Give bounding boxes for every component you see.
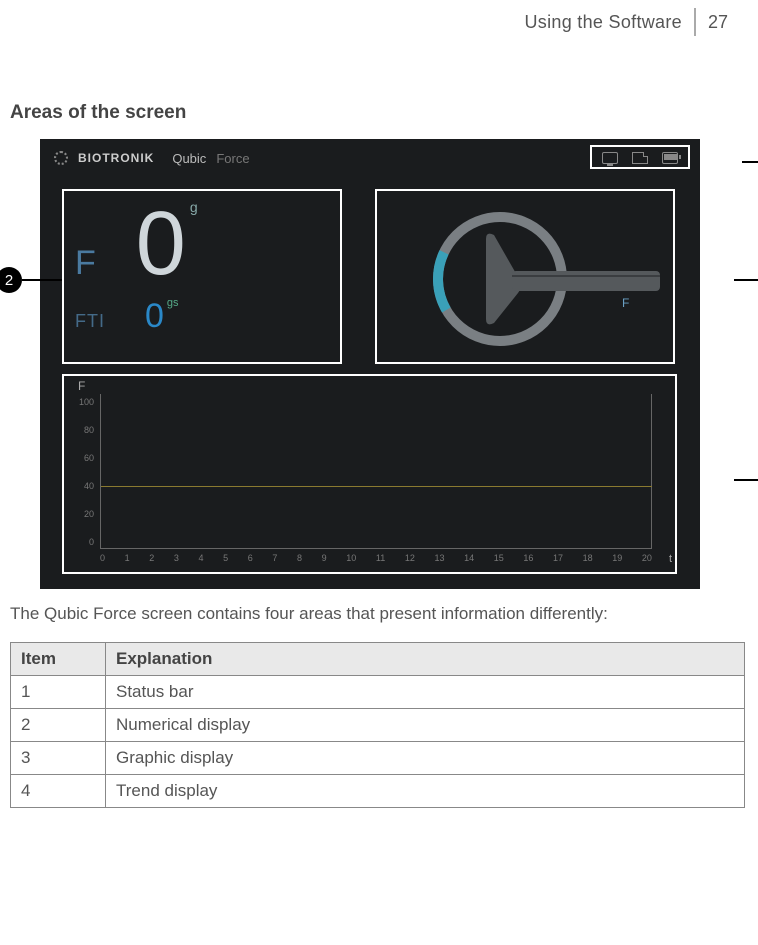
cell-explanation: Status bar [106,675,745,708]
x-tick: 9 [322,553,327,563]
force-unit: g [190,199,198,215]
annotated-figure: 1 2 3 4 BIOTRONIK Qubic Force F 0g [22,139,758,589]
callout-1-leader [742,161,758,163]
header-divider [694,8,696,36]
cell-item: 2 [11,708,106,741]
table-row: 2 Numerical display [11,708,745,741]
probe-label: F [622,296,629,310]
software-screenshot: BIOTRONIK Qubic Force F 0g FTI [40,139,700,589]
page-number: 27 [708,12,728,33]
trend-x-label: t [669,553,672,565]
fti-label: FTI [75,311,105,332]
x-tick: 0 [100,553,105,563]
y-tick: 60 [74,453,94,463]
table-header-row: Item Explanation [11,642,745,675]
x-tick: 18 [583,553,593,563]
product-name-a: Qubic [172,151,206,166]
table-row: 3 Graphic display [11,741,745,774]
explanation-table: Item Explanation 1 Status bar 2 Numerica… [10,642,745,808]
y-tick: 100 [74,397,94,407]
fti-value: 0 [145,297,164,335]
callout-3-leader [734,279,758,281]
display-icon [602,152,618,164]
callout-4-leader [734,479,758,481]
file-icon [632,152,648,164]
trend-x-axis: 0 1 2 3 4 5 6 7 8 9 10 11 12 13 14 15 16… [100,553,652,563]
header-explanation: Explanation [106,642,745,675]
intro-paragraph: The Qubic Force screen contains four are… [10,603,748,626]
callout-2-leader [22,279,62,281]
section-heading: Areas of the screen [10,102,758,124]
force-value: 0 [136,194,186,294]
trend-data-line [101,486,652,487]
table-row: 1 Status bar [11,675,745,708]
x-tick: 10 [346,553,356,563]
y-tick: 80 [74,425,94,435]
x-tick: 14 [464,553,474,563]
graphic-display: F [390,199,660,359]
cell-item: 1 [11,675,106,708]
callout-2: 2 [0,267,22,293]
x-tick: 19 [612,553,622,563]
page-header: Using the Software 27 [0,0,758,42]
trend-y-axis: 100 80 60 40 20 0 [74,397,94,547]
x-tick: 5 [223,553,228,563]
cell-explanation: Graphic display [106,741,745,774]
trend-plot-area [100,394,652,549]
cell-item: 3 [11,741,106,774]
battery-icon [662,152,678,164]
force-label: F [75,244,96,283]
x-tick: 6 [248,553,253,563]
header-item: Item [11,642,106,675]
trend-y-label: F [78,379,85,393]
x-tick: 1 [125,553,130,563]
x-tick: 16 [523,553,533,563]
status-bar-icons [594,150,686,166]
screenshot-header: BIOTRONIK Qubic Force [40,139,700,177]
y-tick: 40 [74,481,94,491]
x-tick: 3 [174,553,179,563]
x-tick: 7 [272,553,277,563]
force-gauge-icon: F [390,199,660,359]
chapter-title: Using the Software [524,12,681,33]
x-tick: 11 [376,553,385,563]
x-tick: 8 [297,553,302,563]
trend-right-axis [651,394,652,548]
product-name-b: Force [216,151,249,166]
trend-display: F 100 80 60 40 20 0 0 1 2 3 4 5 6 7 [70,379,670,569]
cell-explanation: Numerical display [106,708,745,741]
cell-item: 4 [11,774,106,807]
x-tick: 4 [199,553,204,563]
y-tick: 20 [74,509,94,519]
fti-unit: gs [167,297,179,309]
brand-logo-icon [54,151,68,165]
numerical-display: F 0g FTI 0gs [75,199,198,336]
x-tick: 13 [434,553,444,563]
x-tick: 12 [405,553,415,563]
x-tick: 15 [494,553,504,563]
x-tick: 20 [642,553,652,563]
brand-name: BIOTRONIK [78,151,154,165]
cell-explanation: Trend display [106,774,745,807]
x-tick: 17 [553,553,563,563]
y-tick: 0 [74,537,94,547]
table-row: 4 Trend display [11,774,745,807]
x-tick: 2 [149,553,154,563]
